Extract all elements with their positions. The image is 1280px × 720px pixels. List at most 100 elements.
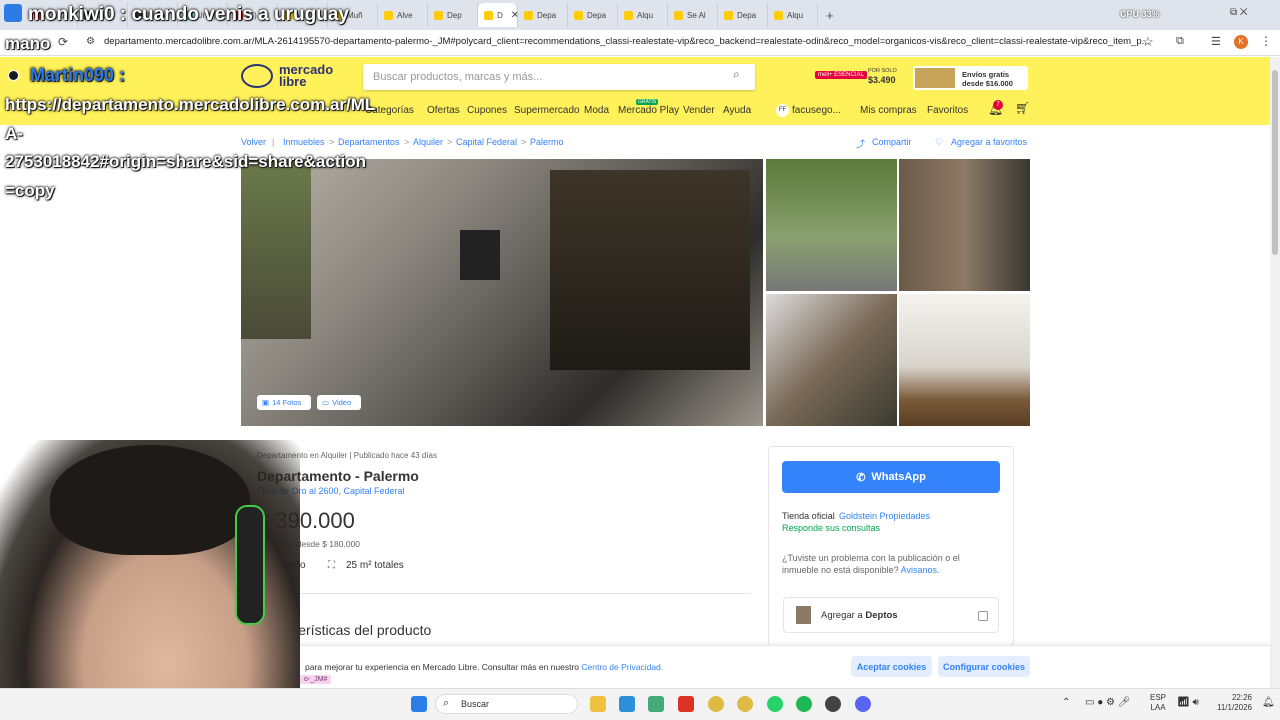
search-input[interactable]: Buscar productos, marcas y más... [363,64,755,90]
browser-tab[interactable]: Alqu [618,3,668,27]
problem-text: ¿Tuviste un problema con la publicación … [782,553,960,575]
whatsapp-button[interactable]: ✆ WhatsApp [782,461,1000,493]
spotify-icon[interactable] [796,696,812,712]
window-controls[interactable]: ⧉ ✕ [1230,7,1248,18]
breadcrumb-departamentos[interactable]: Departamentos [338,137,400,147]
close-icon[interactable]: ✕ [511,10,517,21]
nav-moda[interactable]: Moda [584,105,609,116]
clock[interactable]: 22:26 11/1/2026 [1212,693,1252,713]
chat-line-2: A- [5,124,23,143]
windows-start-icon[interactable] [411,696,427,712]
thumb-photo-1[interactable] [766,159,897,291]
browser-tab[interactable]: Dep [428,3,478,27]
breadcrumb-capital[interactable]: Capital Federal [456,137,517,147]
listing-area: 25 m² totales [346,560,404,571]
share-link[interactable]: Compartir [872,137,912,147]
new-tab-icon[interactable]: + [826,8,834,23]
browser-tab[interactable]: Alve [378,3,428,27]
nav-ofertas[interactable]: Ofertas [427,105,460,116]
add-to-label: Agregar a Deptos [821,610,898,621]
search-icon[interactable]: ⌕ [733,67,740,82]
user-avatar[interactable]: FF [776,104,789,117]
share-icon[interactable]: ⤴ [856,137,865,150]
store-icon[interactable] [648,696,664,712]
browser-tab[interactable]: Depa [568,3,618,27]
browser-tab-active[interactable]: D✕ [478,3,518,27]
nav-ayuda[interactable]: Ayuda [723,105,751,116]
breadcrumb-alquiler[interactable]: Alquiler [413,137,443,147]
photos-button[interactable]: ▣ 14 Fotos [257,395,311,410]
profile-avatar[interactable]: K [1234,35,1248,49]
video-button[interactable]: ▭ Video [317,395,361,410]
chat-line-1: https://departamento.mercadolibre.com.ar… [5,95,376,114]
tab-label: Dep [447,10,462,20]
url-fragment: o-_JM# [300,675,332,684]
shipping-text: Envíos gratis desde $16.000 [962,70,1013,88]
tienda-link[interactable]: Goldstein Propiedades [839,511,930,521]
chrome-icon[interactable] [737,696,753,712]
chrome-icon[interactable] [708,696,724,712]
nav-cupones[interactable]: Cupones [467,105,507,116]
promo-label: POR SOLO [868,68,897,74]
thumb-photo-3[interactable] [766,294,897,426]
browser-tab[interactable]: Se Al [668,3,718,27]
box-icon [915,68,955,88]
thumb-photo-4[interactable] [899,294,1030,426]
scrollbar-thumb[interactable] [1272,70,1278,255]
breadcrumb-sep: | [272,137,275,147]
tab-label: Se Al [687,10,706,20]
breadcrumb-volver[interactable]: Volver [241,137,266,147]
menu-icon[interactable]: ⋮ [1260,34,1272,48]
thumb-photo-2[interactable] [899,159,1030,291]
cart-icon[interactable]: 🛒︎ [1015,101,1030,115]
nav-favoritos[interactable]: Favoritos [927,105,968,116]
breadcrumb-inmuebles[interactable]: Inmuebles [283,137,325,147]
divider [257,593,751,594]
language-indicator[interactable]: ESP LAA [1150,693,1166,713]
privacy-link[interactable]: Centro de Privacidad. [581,662,663,672]
avisanos-link[interactable]: Avisanos. [901,565,940,575]
heart-icon[interactable]: ♡ [935,137,943,148]
list-checkbox[interactable] [978,611,988,621]
accept-cookies-button[interactable]: Aceptar cookies [851,656,932,677]
sidebar-icon[interactable]: ☰ [1211,35,1221,48]
file-explorer-icon[interactable] [590,696,606,712]
site-info-icon[interactable]: ⚙ [86,36,95,47]
chat-user: Martin090 : [30,65,126,85]
nav-mercado-play[interactable]: Mercado Play [618,105,679,116]
browser-tab[interactable]: Depa [518,3,568,27]
reload-icon[interactable]: ⟳ [58,35,68,49]
notifications-icon[interactable]: 🔔︎ [1262,697,1275,708]
taskbar-search[interactable]: Buscar [435,694,578,714]
url-text[interactable]: departamento.mercadolibre.com.ar/MLA-261… [104,36,1150,47]
add-fav-link[interactable]: Agregar a favoritos [951,137,1027,147]
network-volume-icons[interactable]: 📶︎ 🔊︎ [1177,697,1199,708]
app-icon[interactable] [619,696,635,712]
lobby-glass [550,170,750,370]
ml-logo-icon[interactable] [241,64,273,88]
breadcrumb-sep: > [447,137,453,147]
tray-icons[interactable]: ▭ ● ⚙ 🎤︎ [1085,697,1130,708]
breadcrumb-sep: > [404,137,410,147]
nav-mis-compras[interactable]: Mis compras [860,105,917,116]
nav-supermercado[interactable]: Supermercado [514,105,580,116]
nav-user[interactable]: facusego... [792,105,841,116]
tienda-label: Tienda oficial [782,511,835,521]
office-icon[interactable] [678,696,694,712]
breadcrumb-palermo[interactable]: Palermo [530,137,564,147]
cpu-stat: CPU 33% [1120,9,1160,19]
promo-price: $3.490 [868,75,896,85]
whatsapp-icon[interactable] [767,696,783,712]
tab-label: Depa [587,10,607,20]
area-icon: ⛶ [328,560,335,571]
browser-tab[interactable]: Depa [718,3,768,27]
list-thumb [796,606,811,624]
obs-icon[interactable] [825,696,841,712]
browser-tab[interactable]: Alqu [768,3,818,27]
nav-vender[interactable]: Vender [683,105,715,116]
extensions-icon[interactable]: ⧉ [1176,35,1184,48]
discord-icon[interactable] [855,696,871,712]
config-cookies-button[interactable]: Configurar cookies [938,656,1030,677]
tray-chevron-icon[interactable]: ⌃ [1062,697,1070,708]
ml-logo[interactable]: mercado libre [279,63,333,88]
